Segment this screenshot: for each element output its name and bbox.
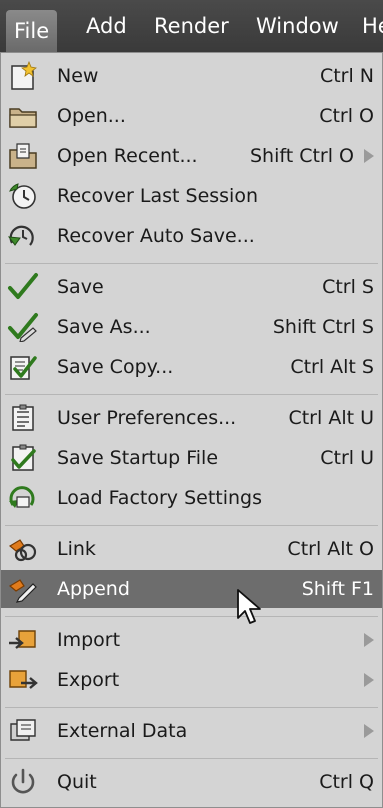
menu-item-quit[interactable]: Quit Ctrl Q xyxy=(1,763,382,801)
file-menu-dropdown: New Ctrl N Open... Ctrl O Open Recent...… xyxy=(0,52,383,808)
save-copy-icon xyxy=(10,356,37,380)
recover-auto-save-icon xyxy=(7,225,34,246)
menu-item-save[interactable]: Save Ctrl S xyxy=(1,268,382,306)
power-quit-icon xyxy=(11,768,35,794)
menu-item-link[interactable]: Link Ctrl Alt O xyxy=(1,530,382,568)
menu-item-recover-last-session[interactable]: Recover Last Session xyxy=(1,177,382,215)
menu-item-shortcut: Shift Ctrl S xyxy=(272,316,374,338)
menubar: File Add Render Window He xyxy=(0,0,383,53)
menu-separator xyxy=(5,263,378,264)
open-recent-icon xyxy=(9,143,37,169)
menu-item-save-as[interactable]: Save As... Shift Ctrl S xyxy=(1,308,382,346)
menu-item-save-startup-file[interactable]: Save Startup File Ctrl U xyxy=(1,439,382,477)
recover-clock-icon xyxy=(9,183,36,209)
menu-item-label: Save Copy... xyxy=(57,356,174,378)
menu-separator xyxy=(5,758,378,759)
menu-item-open[interactable]: Open... Ctrl O xyxy=(1,97,382,135)
menu-item-user-preferences[interactable]: User Preferences... Ctrl Alt U xyxy=(1,399,382,437)
menu-item-new[interactable]: New Ctrl N xyxy=(1,57,382,95)
menu-file[interactable]: File xyxy=(6,10,58,52)
menu-item-shortcut: Shift F1 xyxy=(301,578,374,600)
menu-item-label: Open Recent... xyxy=(57,145,198,167)
menu-item-label: Export xyxy=(57,669,120,691)
menu-separator xyxy=(5,707,378,708)
submenu-arrow-icon xyxy=(364,149,374,163)
menu-item-label: Save As... xyxy=(57,316,151,338)
menu-item-load-factory-settings[interactable]: Load Factory Settings xyxy=(1,479,382,517)
menu-separator xyxy=(5,525,378,526)
submenu-arrow-icon xyxy=(364,724,374,738)
menu-separator xyxy=(5,394,378,395)
menu-item-shortcut: Ctrl S xyxy=(322,276,374,298)
menu-item-shortcut: Ctrl Q xyxy=(319,771,374,793)
menu-item-import[interactable]: Import xyxy=(1,621,382,659)
menu-item-external-data[interactable]: External Data xyxy=(1,712,382,750)
new-file-icon xyxy=(11,61,37,90)
menu-item-append[interactable]: Append Shift F1 xyxy=(1,570,382,608)
menu-item-label: User Preferences... xyxy=(57,407,237,429)
menu-item-label: External Data xyxy=(57,720,188,742)
menu-help[interactable]: He xyxy=(362,0,383,52)
export-icon xyxy=(9,670,38,689)
submenu-arrow-icon xyxy=(364,673,374,687)
menu-item-shortcut: Ctrl Alt U xyxy=(288,407,374,429)
menu-item-save-copy[interactable]: Save Copy... Ctrl Alt S xyxy=(1,348,382,386)
menu-item-label: Quit xyxy=(57,771,97,793)
menu-window[interactable]: Window xyxy=(256,0,339,52)
import-icon xyxy=(9,630,36,649)
menu-separator xyxy=(5,616,378,617)
menu-item-label: Recover Auto Save... xyxy=(57,225,255,247)
save-startup-icon xyxy=(11,444,36,471)
menu-item-shortcut: Ctrl Alt S xyxy=(290,356,374,378)
folder-open-icon xyxy=(9,108,37,128)
menu-item-open-recent[interactable]: Open Recent... Shift Ctrl O xyxy=(1,137,382,175)
menu-item-label: Save Startup File xyxy=(57,447,219,469)
load-factory-icon xyxy=(9,486,35,508)
preferences-icon xyxy=(12,404,34,431)
menu-item-label: Append xyxy=(57,578,130,600)
save-as-icon xyxy=(8,313,38,342)
mouse-pointer-icon xyxy=(237,589,261,624)
menu-item-shortcut: Shift Ctrl O xyxy=(249,145,354,167)
menu-item-label: Import xyxy=(57,629,121,651)
menu-item-label: Link xyxy=(57,538,96,560)
menu-item-export[interactable]: Export xyxy=(1,661,382,699)
menu-item-shortcut: Ctrl O xyxy=(319,105,374,127)
external-data-icon xyxy=(10,719,36,741)
checkmark-save-icon xyxy=(8,273,38,299)
menu-render[interactable]: Render xyxy=(154,0,229,52)
menu-item-label: Load Factory Settings xyxy=(57,487,262,509)
submenu-arrow-icon xyxy=(364,633,374,647)
menu-add[interactable]: Add xyxy=(86,0,127,52)
menu-item-label: Recover Last Session xyxy=(57,185,259,207)
menu-item-shortcut: Ctrl Alt O xyxy=(287,538,374,560)
menu-item-shortcut: Ctrl N xyxy=(319,65,374,87)
menu-item-label: Open... xyxy=(57,105,126,127)
menu-item-shortcut: Ctrl U xyxy=(320,447,374,469)
append-icon xyxy=(8,579,37,603)
menu-item-label: Save xyxy=(57,276,104,298)
link-icon xyxy=(8,539,37,562)
menu-item-recover-auto-save[interactable]: Recover Auto Save... xyxy=(1,217,382,255)
menu-item-label: New xyxy=(57,65,99,87)
